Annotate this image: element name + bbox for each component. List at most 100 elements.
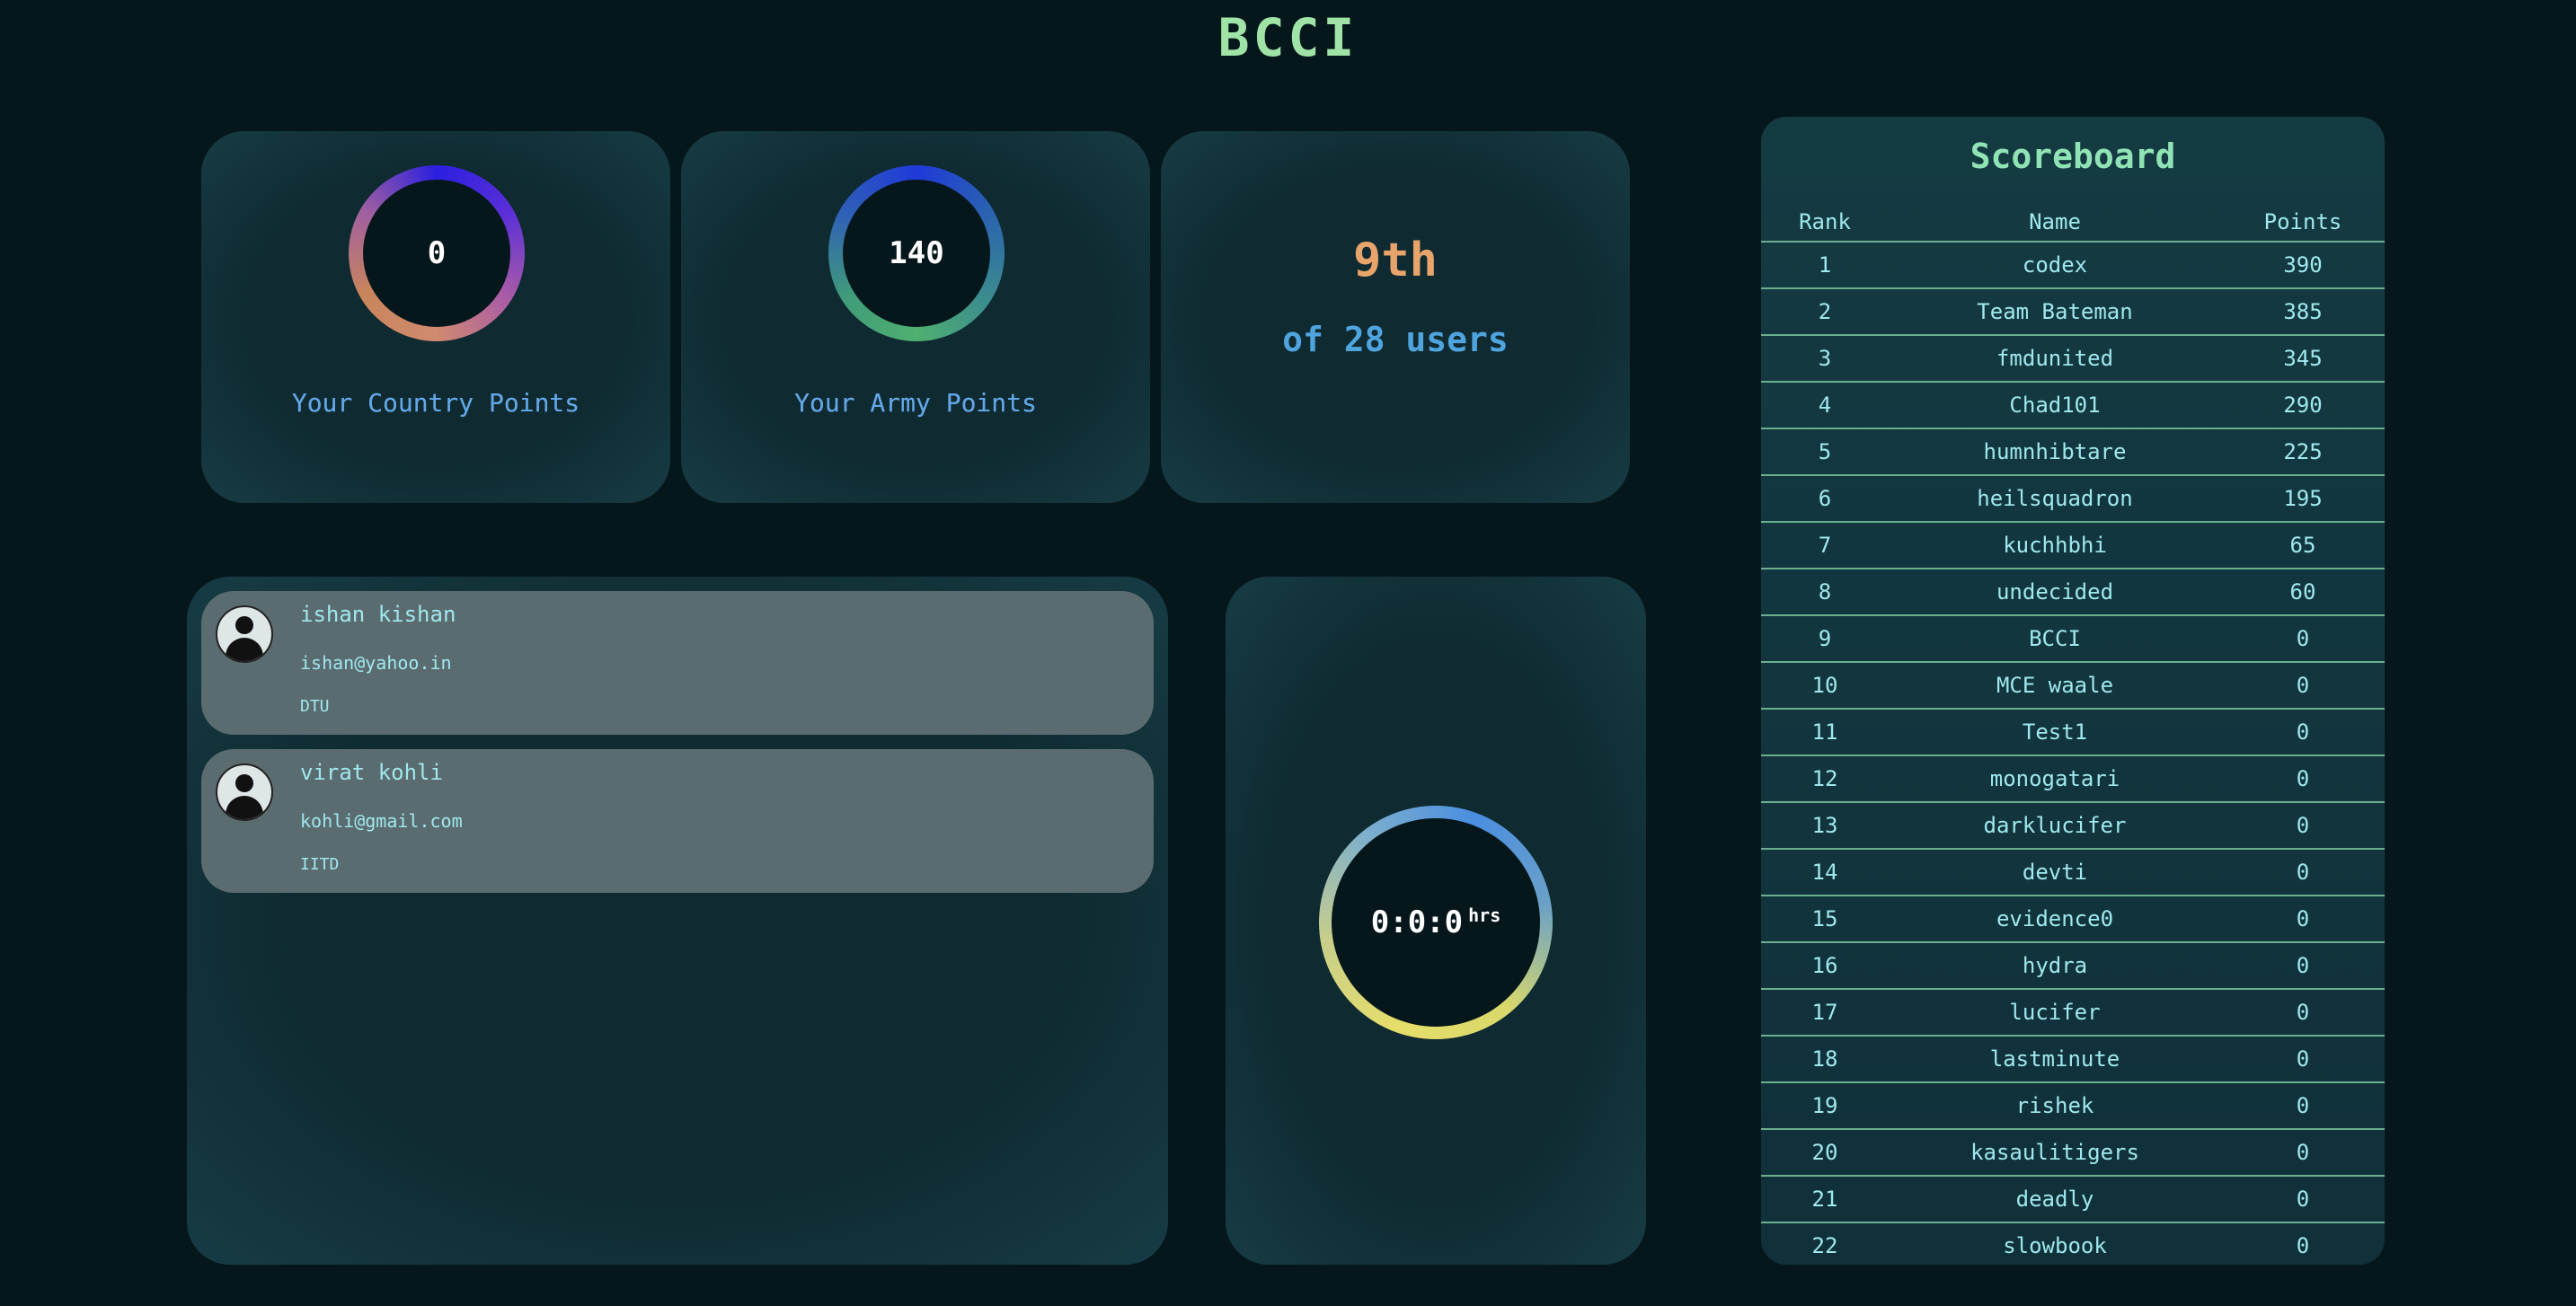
scoreboard-title: Scoreboard [1970,137,2176,176]
column-header-rank: Rank [1799,209,1851,234]
rank-cell: 8 [1761,568,1889,615]
country-points-label: Your Country Points [201,388,670,418]
name-cell: codex [1889,241,2221,288]
table-row: 7 kuchhbhi 65 [1761,521,2385,569]
rank-cell: 14 [1761,848,1889,896]
points-cell: 0 [2221,895,2385,942]
table-row: 15 evidence0 0 [1761,895,2385,942]
name-cell: lastminute [1889,1035,2221,1082]
name-cell: MCE waale [1889,661,2221,709]
points-cell: 60 [2221,568,2385,615]
rank-cell: 4 [1761,381,1889,428]
name-cell: darklucifer [1889,801,2221,849]
country-points-ring: 0 [349,165,525,341]
points-cell: 225 [2221,428,2385,475]
table-row: 8 undecided 60 [1761,568,2385,615]
name-cell: kasaulitigers [1889,1128,2221,1176]
table-row: 22 slowbook 0 [1761,1222,2385,1265]
points-cell: 0 [2221,661,2385,709]
name-cell: fmdunited [1889,334,2221,382]
member-card[interactable]: virat kohli kohli@gmail.com IITD [201,749,1154,893]
name-cell: heilsquadron [1889,474,2221,522]
country-points-card: 0 Your Country Points [201,131,670,503]
table-row: 13 darklucifer 0 [1761,801,2385,849]
army-points-label: Your Army Points [681,388,1150,418]
member-name: ishan kishan [300,602,456,627]
timer-value: 0:0:0 [1370,904,1464,940]
table-row: 3 fmdunited 345 [1761,334,2385,382]
rank-cell: 2 [1761,287,1889,335]
name-cell: Team Bateman [1889,287,2221,335]
timer-card: 0:0:0 hrs [1226,577,1646,1265]
rank-cell: 3 [1761,334,1889,382]
rank-position: 9th [1353,234,1438,287]
points-cell: 0 [2221,754,2385,802]
table-row: 19 rishek 0 [1761,1081,2385,1129]
rank-cell: 9 [1761,614,1889,662]
name-cell: humnhibtare [1889,428,2221,475]
points-cell: 0 [2221,848,2385,896]
name-cell: evidence0 [1889,895,2221,942]
rank-cell: 18 [1761,1035,1889,1082]
table-row: 17 lucifer 0 [1761,988,2385,1036]
column-header-name: Name [2029,209,2081,234]
rank-cell: 20 [1761,1128,1889,1176]
member-org: DTU [300,697,330,716]
rank-cell: 19 [1761,1081,1889,1129]
table-row: 1 codex 390 [1761,241,2385,288]
table-row: 9 BCCI 0 [1761,614,2385,662]
scoreboard-body: 1 codex 390 2 Team Bateman 385 3 fmdunited 345 4 C… [1761,241,2385,1265]
points-cell: 0 [2221,1175,2385,1222]
table-row: 14 devti 0 [1761,848,2385,896]
army-points-ring: 140 [828,165,1005,341]
rank-cell: 11 [1761,708,1889,755]
timer-unit: hrs [1468,904,1501,926]
rank-cell: 1 [1761,241,1889,288]
points-cell: 0 [2221,1128,2385,1176]
rank-card: 9th of 28 users [1161,131,1630,503]
rank-cell: 6 [1761,474,1889,522]
army-points-value: 140 [843,180,990,327]
rank-cell: 10 [1761,661,1889,709]
name-cell: deadly [1889,1175,2221,1222]
table-row: 18 lastminute 0 [1761,1035,2385,1082]
table-row: 21 deadly 0 [1761,1175,2385,1222]
rank-cell: 7 [1761,521,1889,569]
timer-ring: 0:0:0 hrs [1319,806,1553,1039]
rank-total: of 28 users [1282,320,1509,359]
army-points-card: 140 Your Army Points [681,131,1150,503]
table-row: 16 hydra 0 [1761,941,2385,989]
name-cell: Test1 [1889,708,2221,755]
name-cell: kuchhbhi [1889,521,2221,569]
points-cell: 65 [2221,521,2385,569]
points-cell: 290 [2221,381,2385,428]
points-cell: 0 [2221,988,2385,1036]
name-cell: monogatari [1889,754,2221,802]
rank-cell: 5 [1761,428,1889,475]
points-cell: 0 [2221,708,2385,755]
table-row: 11 Test1 0 [1761,708,2385,755]
rank-cell: 15 [1761,895,1889,942]
timer-display: 0:0:0 hrs [1332,818,1540,1027]
points-cell: 0 [2221,1035,2385,1082]
member-card[interactable]: ishan kishan ishan@yahoo.in DTU [201,591,1154,735]
table-row: 10 MCE waale 0 [1761,661,2385,709]
rank-cell: 22 [1761,1222,1889,1265]
points-cell: 0 [2221,1081,2385,1129]
table-row: 20 kasaulitigers 0 [1761,1128,2385,1176]
points-cell: 0 [2221,1222,2385,1265]
name-cell: Chad101 [1889,381,2221,428]
points-cell: 390 [2221,241,2385,288]
table-row: 12 monogatari 0 [1761,754,2385,802]
country-points-value: 0 [363,180,510,327]
rank-cell: 16 [1761,941,1889,989]
user-avatar-icon [216,763,273,821]
team-members-panel: ishan kishan ishan@yahoo.in DTU virat ko… [187,577,1168,1265]
points-cell: 195 [2221,474,2385,522]
rank-cell: 12 [1761,754,1889,802]
rank-cell: 13 [1761,801,1889,849]
member-email: ishan@yahoo.in [300,652,452,674]
name-cell: rishek [1889,1081,2221,1129]
column-header-points: Points [2263,209,2342,234]
scoreboard-header-row: Rank Name Points [1761,203,2385,242]
